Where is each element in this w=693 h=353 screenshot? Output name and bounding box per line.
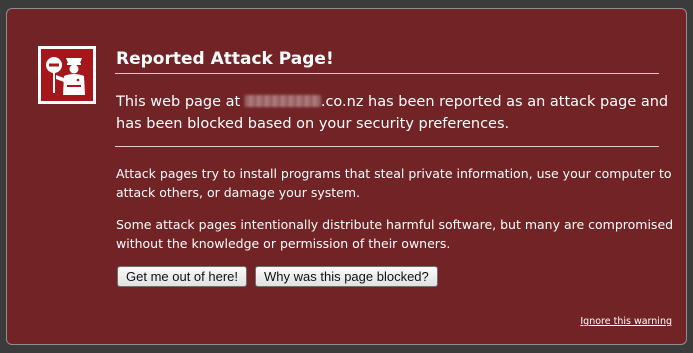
short-desc-before: This web page at	[116, 94, 245, 110]
long-desc-paragraph: Some attack pages intentionally distribu…	[116, 217, 674, 251]
description-divider	[115, 146, 659, 147]
short-description: This web page at .co.nz has been reporte…	[116, 91, 676, 135]
ignore-warning-link[interactable]: Ignore this warning	[580, 316, 672, 327]
page-title: Reported Attack Page!	[116, 49, 334, 69]
why-blocked-button[interactable]: Why was this page blocked?	[255, 266, 438, 287]
title-divider	[115, 73, 659, 74]
long-desc-paragraph: Attack pages try to install programs tha…	[116, 166, 672, 200]
error-page-container: Reported Attack Page! This web page at .…	[6, 8, 687, 345]
long-description: Attack pages try to install programs tha…	[116, 164, 676, 266]
get-me-out-button[interactable]: Get me out of here!	[117, 266, 248, 287]
button-row: Get me out of here! Why was this page bl…	[117, 266, 438, 287]
blurred-domain	[244, 95, 321, 107]
short-desc-host-suffix: .co.nz	[320, 94, 364, 110]
policeman-stop-sign-icon	[38, 46, 96, 104]
